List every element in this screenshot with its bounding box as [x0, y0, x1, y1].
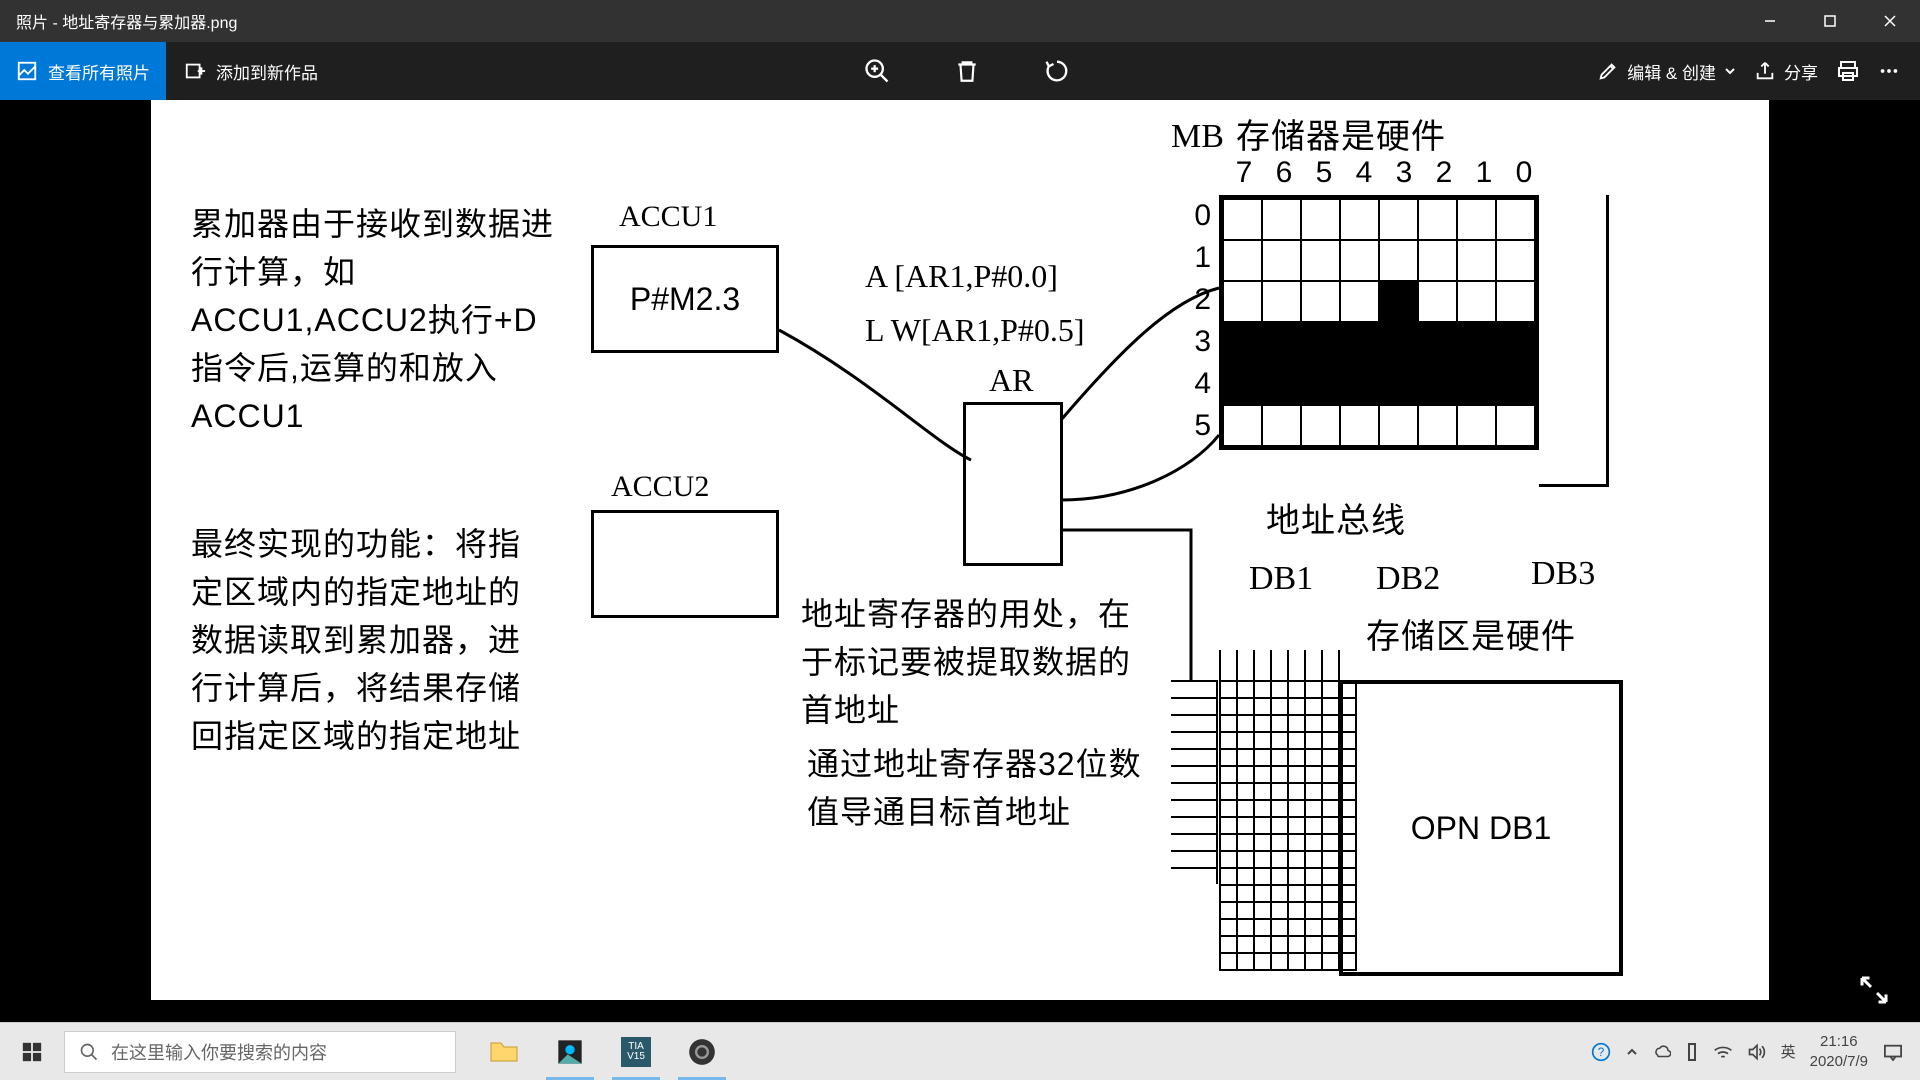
rotate-icon	[1043, 57, 1071, 85]
obs-icon	[688, 1038, 716, 1066]
text-ar-desc-1: 地址寄存器的用处，在于标记要被提取数据的首地址	[801, 590, 1151, 734]
wifi-icon[interactable]	[1713, 1043, 1733, 1061]
app-file-explorer[interactable]	[472, 1024, 536, 1080]
chevron-down-icon	[1724, 65, 1736, 77]
db2-label: DB2	[1376, 560, 1440, 598]
help-icon[interactable]: ?	[1591, 1042, 1611, 1062]
photos-icon	[556, 1038, 584, 1066]
delete-button[interactable]	[947, 51, 987, 91]
minimize-button[interactable]	[1740, 0, 1800, 42]
photo-icon	[16, 60, 38, 82]
svg-text:?: ?	[1597, 1046, 1604, 1059]
zoom-icon	[863, 57, 891, 85]
app-toolbar: 查看所有照片 添加到新作品 编辑 & 创建 分享	[0, 42, 1920, 100]
diagram-image: 累加器由于接收到数据进行计算，如ACCU1,ACCU2执行+D指令后,运算的和放…	[151, 100, 1769, 1000]
mb-label: MB	[1171, 118, 1224, 156]
ar-box	[963, 402, 1063, 566]
app-tia-portal[interactable]: TIAV15	[604, 1024, 668, 1080]
rotate-button[interactable]	[1037, 51, 1077, 91]
window-title: 照片 - 地址寄存器与累加器.png	[16, 9, 1740, 33]
windows-icon	[21, 1041, 43, 1063]
text-function-desc: 最终实现的功能：将指定区域内的指定地址的数据读取到累加器，进行计算后，将结果存储…	[191, 520, 541, 760]
window-titlebar: 照片 - 地址寄存器与累加器.png	[0, 0, 1920, 42]
close-button[interactable]	[1860, 0, 1920, 42]
windows-taskbar: 在这里输入你要搜索的内容 TIAV15 ? 英 21:16 2020/7/9	[0, 1022, 1920, 1080]
onedrive-icon[interactable]	[1653, 1043, 1671, 1061]
edit-icon	[1597, 60, 1619, 82]
start-button[interactable]	[0, 1023, 64, 1080]
share-icon	[1754, 60, 1776, 82]
ime-indicator[interactable]: 英	[1781, 1041, 1796, 1062]
add-icon	[184, 60, 206, 82]
accu1-box: P#M2.3	[591, 245, 779, 353]
photo-viewport[interactable]: 累加器由于接收到数据进行计算，如ACCU1,ACCU2执行+D指令后,运算的和放…	[0, 100, 1920, 1022]
code-line-2: L W[AR1,P#0.5]	[865, 312, 1085, 349]
accu2-box	[591, 510, 779, 618]
maximize-button[interactable]	[1800, 0, 1860, 42]
view-all-photos-button[interactable]: 查看所有照片	[0, 42, 166, 100]
addr-bus-label: 地址总线	[1266, 496, 1406, 547]
app-obs[interactable]	[670, 1024, 734, 1080]
memory-extension	[1539, 195, 1609, 487]
accu2-label: ACCU2	[611, 470, 709, 504]
edit-create-button[interactable]: 编辑 & 创建	[1597, 59, 1736, 84]
db-top-ticks	[1219, 650, 1355, 682]
search-icon	[79, 1042, 99, 1062]
tray-chevron-icon[interactable]	[1625, 1045, 1639, 1059]
db1-label: DB1	[1249, 560, 1313, 598]
memory-grid	[1219, 195, 1539, 450]
text-accumulator-desc: 累加器由于接收到数据进行计算，如ACCU1,ACCU2执行+D指令后,运算的和放…	[191, 200, 561, 440]
app-photos[interactable]	[538, 1024, 602, 1080]
fullscreen-button[interactable]	[1856, 972, 1892, 1008]
storage-hw-label: 存储区是硬件	[1366, 612, 1576, 663]
tray-clock[interactable]: 21:16 2020/7/9	[1810, 1032, 1868, 1071]
tia-icon: TIAV15	[621, 1037, 651, 1067]
zoom-button[interactable]	[857, 51, 897, 91]
bit-header: 76543210	[1224, 156, 1544, 190]
notifications-icon[interactable]	[1882, 1043, 1904, 1061]
system-tray: ? 英 21:16 2020/7/9	[1591, 1032, 1920, 1071]
db3-label: DB3	[1531, 555, 1595, 593]
print-icon	[1836, 59, 1860, 83]
opn-db1-box: OPN DB1	[1339, 680, 1623, 976]
taskbar-search[interactable]: 在这里输入你要搜索的内容	[64, 1031, 456, 1073]
add-to-button[interactable]: 添加到新作品	[166, 42, 336, 100]
usb-icon[interactable]	[1685, 1042, 1699, 1062]
accu1-label: ACCU1	[619, 200, 717, 234]
folder-icon	[489, 1039, 519, 1065]
code-line-1: A [AR1,P#0.0]	[865, 258, 1058, 295]
text-ar-desc-2: 通过地址寄存器32位数值导通目标首地址	[807, 740, 1157, 836]
more-button[interactable]	[1878, 60, 1900, 82]
ellipsis-icon	[1878, 60, 1900, 82]
trash-icon	[954, 58, 980, 84]
db-side-ticks	[1171, 680, 1218, 884]
ar-label: AR	[989, 362, 1033, 399]
row-header: 012345	[1181, 195, 1211, 447]
volume-icon[interactable]	[1747, 1043, 1767, 1061]
print-button[interactable]	[1836, 59, 1860, 83]
share-button[interactable]: 分享	[1754, 59, 1818, 84]
db-grid	[1219, 680, 1357, 971]
